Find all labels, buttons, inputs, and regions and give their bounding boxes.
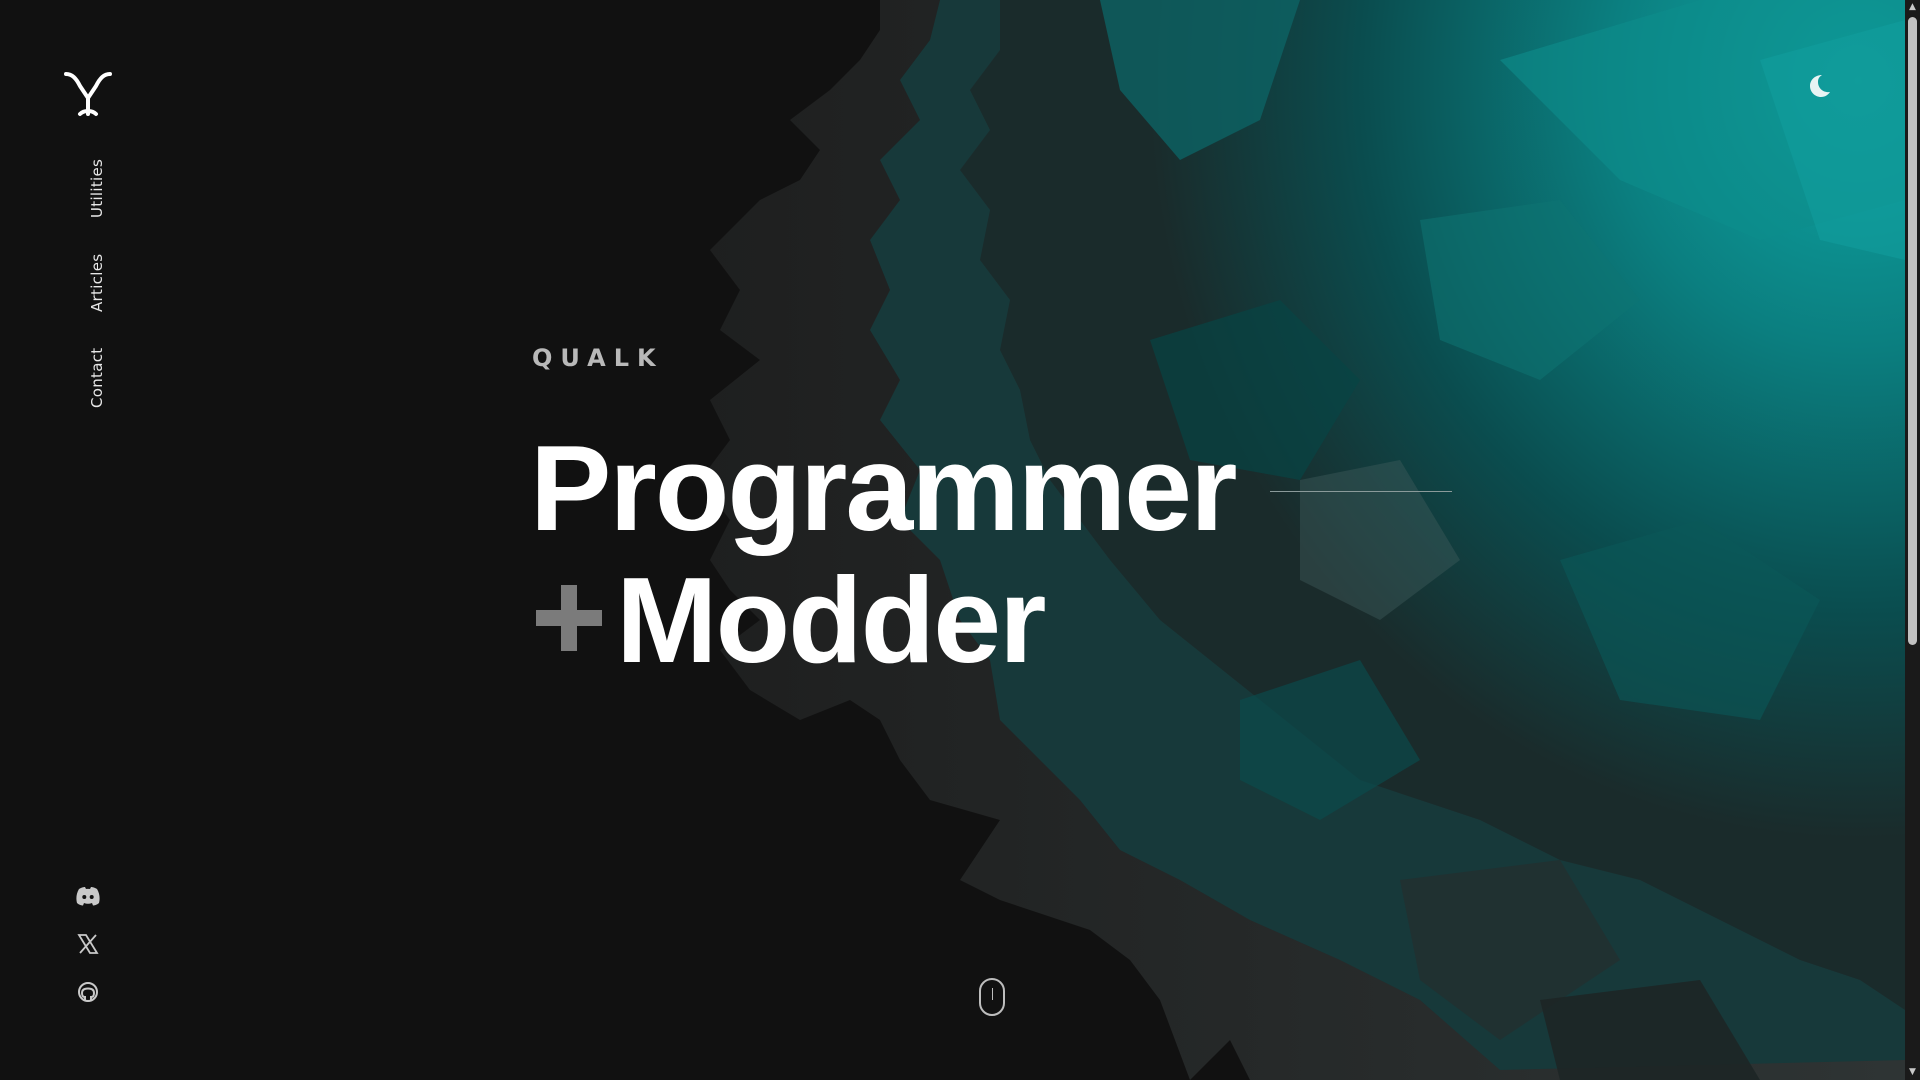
scroll-up-arrow-icon[interactable]: ▲ bbox=[1905, 0, 1920, 15]
mouse-wheel bbox=[992, 988, 993, 1000]
discord-icon[interactable] bbox=[75, 883, 101, 909]
page: Utilities Articles Contact QUALK Program… bbox=[0, 0, 1920, 1080]
title-divider-line bbox=[1270, 491, 1452, 492]
x-icon[interactable] bbox=[75, 931, 101, 957]
hero-title-line2: Modder bbox=[616, 552, 1047, 688]
github-icon[interactable] bbox=[75, 979, 101, 1005]
scrollbar-thumb[interactable] bbox=[1908, 17, 1917, 645]
nav-utilities[interactable]: Utilities bbox=[88, 159, 106, 218]
site-name-kicker: QUALK bbox=[532, 344, 664, 372]
hero-title-line1: Programmer bbox=[530, 420, 1238, 556]
nav-articles[interactable]: Articles bbox=[88, 254, 106, 312]
scroll-down-arrow-icon[interactable]: ▼ bbox=[1905, 1065, 1920, 1080]
moon-icon[interactable] bbox=[1805, 72, 1833, 100]
y-logo-icon[interactable] bbox=[62, 68, 114, 120]
mouse-scroll-icon[interactable] bbox=[979, 978, 1005, 1016]
plus-icon bbox=[536, 585, 602, 651]
nav-contact[interactable]: Contact bbox=[88, 348, 106, 408]
scrollbar[interactable]: ▲ ▼ bbox=[1905, 0, 1920, 1080]
